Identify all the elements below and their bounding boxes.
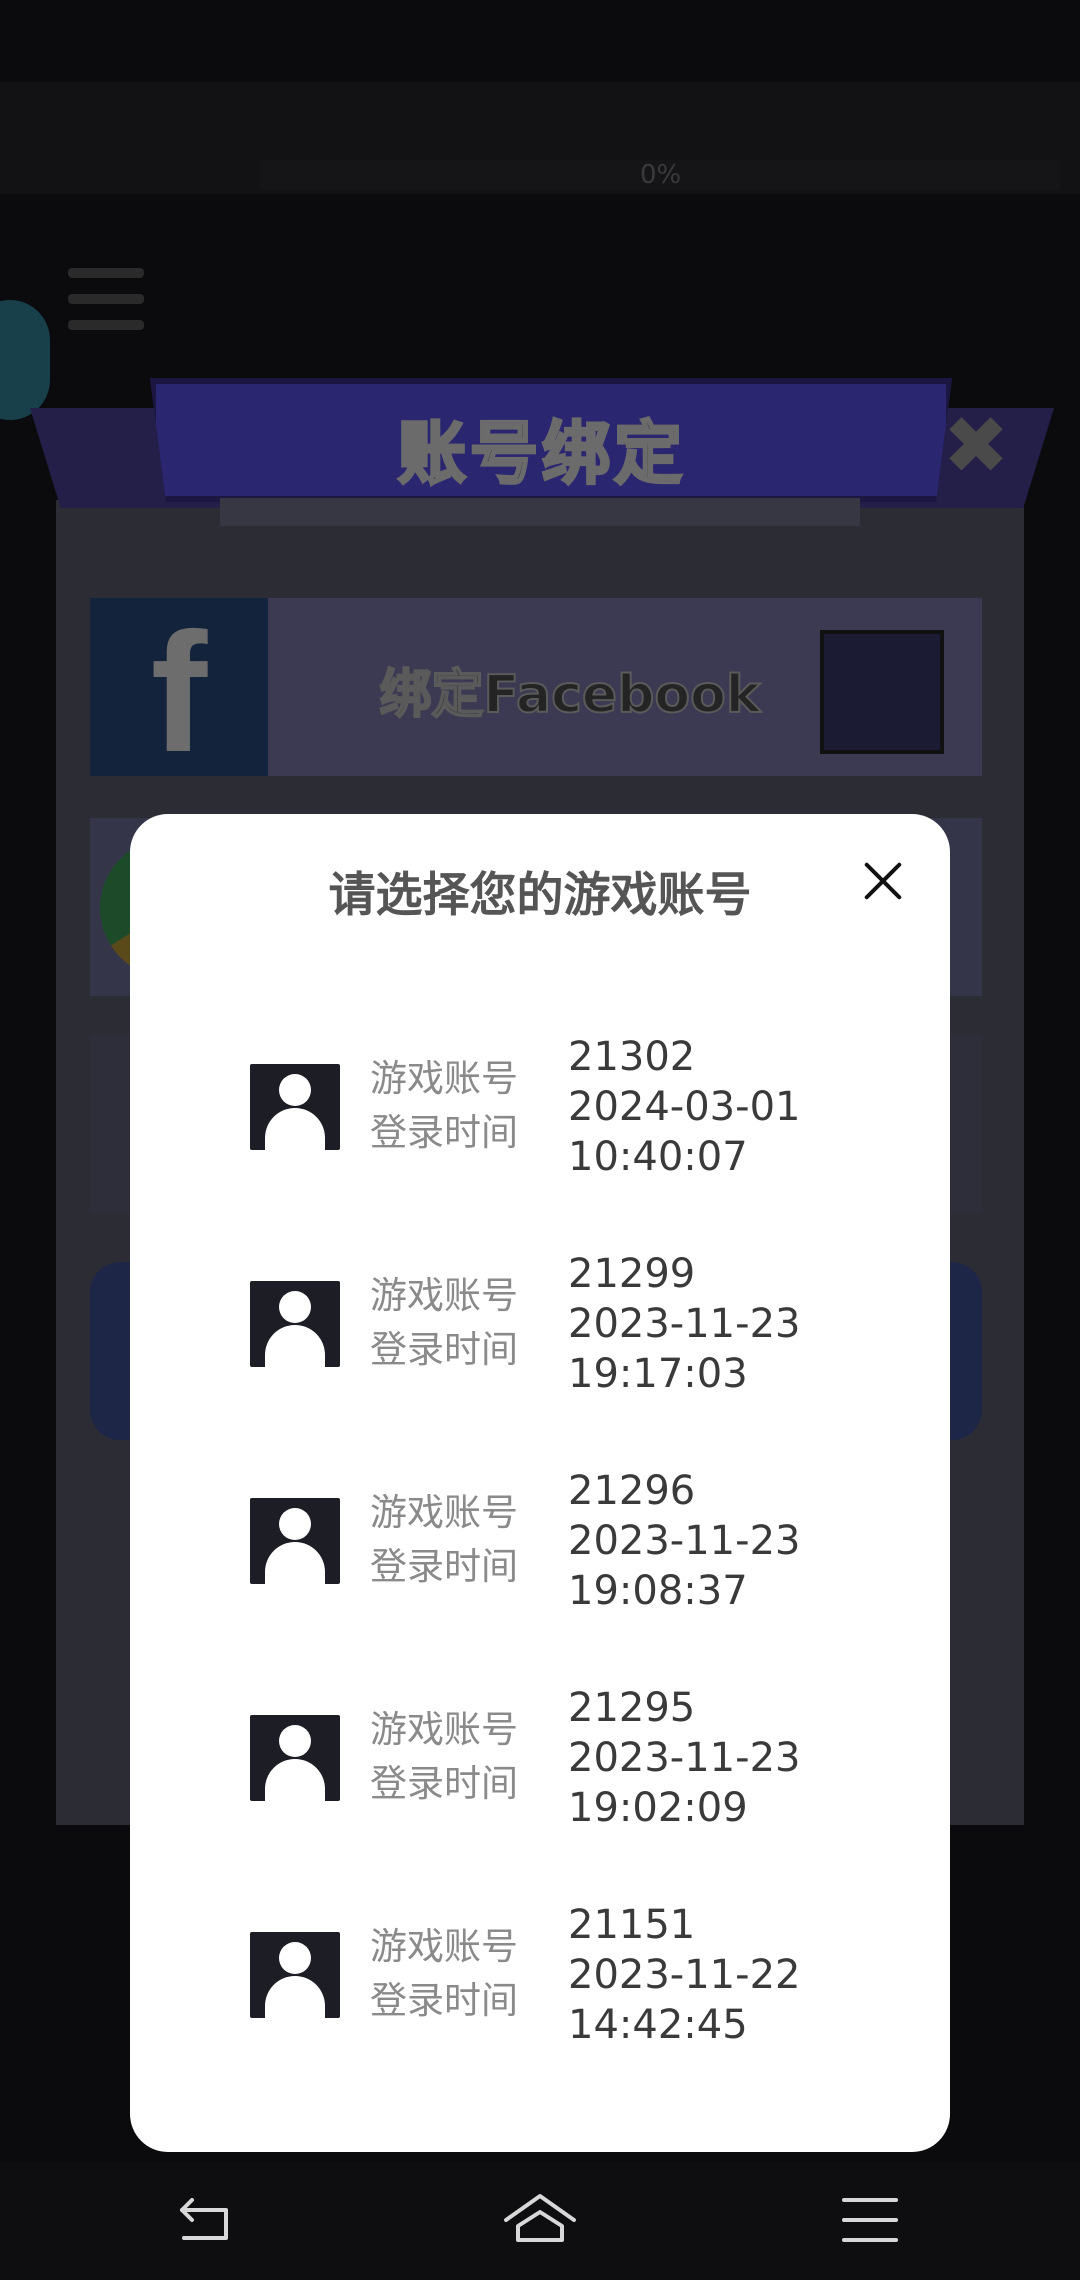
hamburger-menu-icon xyxy=(68,268,144,332)
avatar-icon xyxy=(250,1932,340,2018)
system-nav-bar xyxy=(0,2162,1080,2280)
account-select-modal: 请选择您的游戏账号 游戏账号 登录时间 21302 2024-03-01 10:… xyxy=(130,814,950,2152)
facebook-icon: f xyxy=(90,598,268,788)
account-label: 游戏账号 xyxy=(370,1274,518,1317)
account-values: 21151 2023-11-22 14:42:45 xyxy=(568,1900,800,2050)
account-label: 游戏账号 xyxy=(370,1057,518,1100)
login-time-label: 登录时间 xyxy=(370,1111,518,1154)
account-item[interactable]: 游戏账号 登录时间 21296 2023-11-23 19:08:37 xyxy=(130,1466,950,1683)
login-date: 2024-03-01 xyxy=(568,1084,801,1130)
progress-percent: 0% xyxy=(640,160,682,190)
bind-dialog-title: 账号绑定 xyxy=(396,414,686,496)
bind-facebook-row: f 绑定Facebook xyxy=(90,598,982,788)
bind-facebook-label: 绑定Facebook xyxy=(379,664,762,726)
menu-icon[interactable] xyxy=(830,2186,910,2256)
login-time: 19:17:03 xyxy=(568,1351,748,1397)
account-values: 21302 2024-03-01 10:40:07 xyxy=(568,1032,800,1182)
login-time-label: 登录时间 xyxy=(370,1328,518,1371)
account-item[interactable]: 游戏账号 登录时间 21295 2023-11-23 19:02:09 xyxy=(130,1683,950,1900)
account-labels: 游戏账号 登录时间 xyxy=(370,1052,518,1160)
avatar-icon xyxy=(250,1064,340,1150)
account-id: 21295 xyxy=(568,1685,696,1731)
account-id: 21151 xyxy=(568,1902,696,1948)
bind-close-icon: ✖ xyxy=(942,399,1010,492)
modal-title: 请选择您的游戏账号 xyxy=(328,868,752,923)
login-time-label: 登录时间 xyxy=(370,1979,518,2022)
account-list: 游戏账号 登录时间 21302 2024-03-01 10:40:07 游戏账号… xyxy=(130,1032,950,2117)
account-values: 21295 2023-11-23 19:02:09 xyxy=(568,1683,800,1833)
home-icon[interactable] xyxy=(500,2186,580,2256)
account-label: 游戏账号 xyxy=(370,1708,518,1751)
login-time: 19:02:09 xyxy=(568,1785,748,1831)
login-date: 2023-11-23 xyxy=(568,1735,801,1781)
account-id: 21299 xyxy=(568,1251,696,1297)
account-item[interactable]: 游戏账号 登录时间 21299 2023-11-23 19:17:03 xyxy=(130,1249,950,1466)
login-time-label: 登录时间 xyxy=(370,1762,518,1805)
close-icon[interactable] xyxy=(850,848,918,916)
account-labels: 游戏账号 登录时间 xyxy=(370,1920,518,2028)
account-id: 21296 xyxy=(568,1468,696,1514)
login-time: 14:42:45 xyxy=(568,2002,748,2048)
avatar-icon xyxy=(250,1498,340,1584)
account-id: 21302 xyxy=(568,1034,696,1080)
account-labels: 游戏账号 登录时间 xyxy=(370,1269,518,1377)
account-label: 游戏账号 xyxy=(370,1491,518,1534)
avatar-icon xyxy=(250,1715,340,1801)
facebook-checkbox xyxy=(820,630,944,754)
bind-subheader xyxy=(220,498,860,526)
bind-header-banner: 账号绑定 xyxy=(30,378,1054,518)
account-values: 21296 2023-11-23 19:08:37 xyxy=(568,1466,800,1616)
back-icon[interactable] xyxy=(170,2186,250,2256)
login-date: 2023-11-22 xyxy=(568,1952,801,1998)
account-values: 21299 2023-11-23 19:17:03 xyxy=(568,1249,800,1399)
login-time-label: 登录时间 xyxy=(370,1545,518,1588)
login-time: 19:08:37 xyxy=(568,1568,748,1614)
account-labels: 游戏账号 登录时间 xyxy=(370,1486,518,1594)
avatar-icon xyxy=(250,1281,340,1367)
login-date: 2023-11-23 xyxy=(568,1301,801,1347)
account-label: 游戏账号 xyxy=(370,1925,518,1968)
account-item[interactable]: 游戏账号 登录时间 21151 2023-11-22 14:42:45 xyxy=(130,1900,950,2117)
game-progress-bar: 0% xyxy=(260,160,1060,190)
login-date: 2023-11-23 xyxy=(568,1518,801,1564)
account-labels: 游戏账号 登录时间 xyxy=(370,1703,518,1811)
account-item[interactable]: 游戏账号 登录时间 21302 2024-03-01 10:40:07 xyxy=(130,1032,950,1249)
login-time: 10:40:07 xyxy=(568,1134,748,1180)
